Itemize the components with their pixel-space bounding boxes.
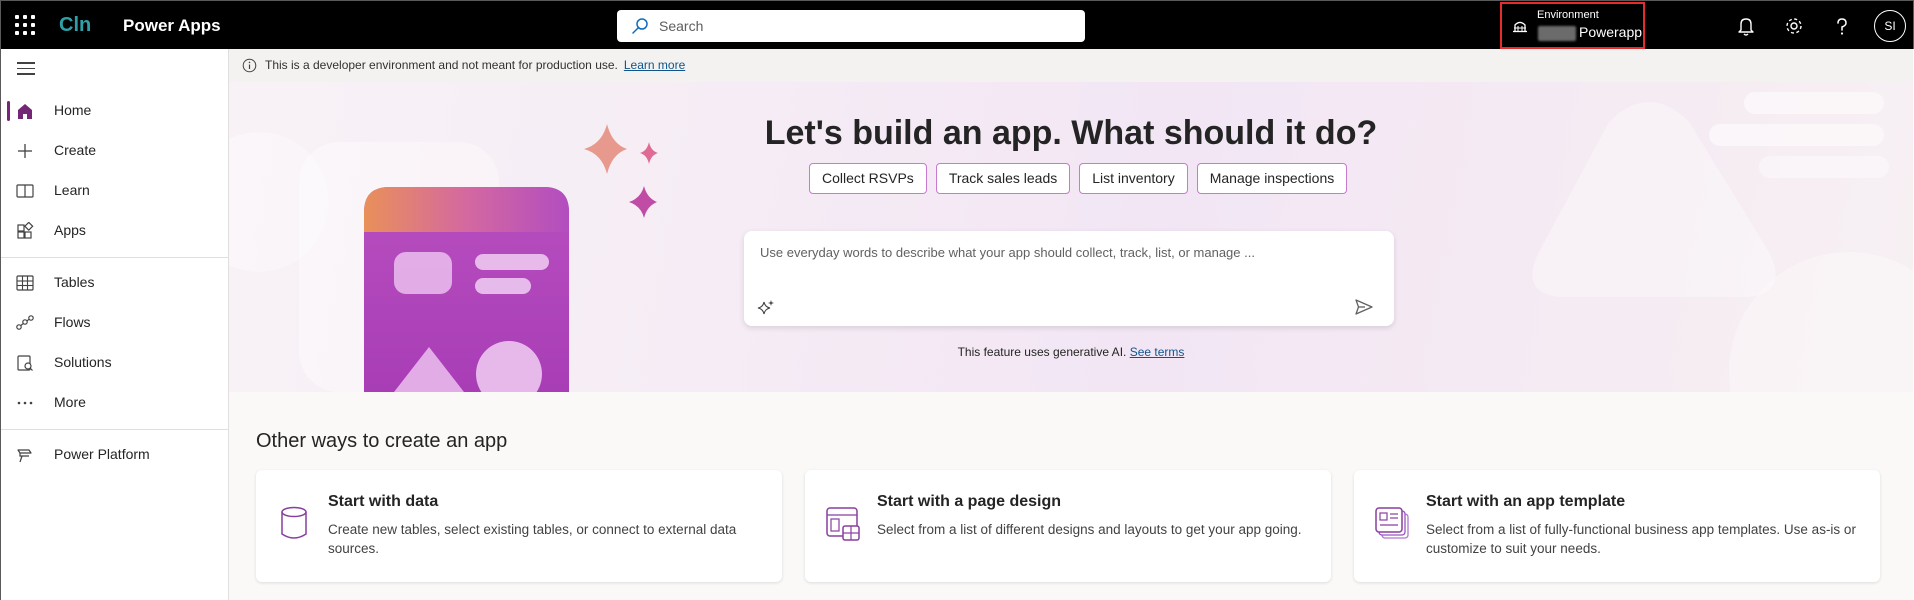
other-ways-section: Other ways to create an app Start with d…: [229, 392, 1913, 600]
environment-label: Environment: [1537, 9, 1599, 21]
database-icon: [281, 506, 307, 539]
gear-icon[interactable]: [1783, 15, 1805, 37]
card-description: Select from a list of different designs …: [877, 522, 1302, 537]
card-title: Start with a page design: [877, 493, 1062, 510]
ai-disclaimer: This feature uses generative AI. See ter…: [229, 345, 1913, 359]
environment-value: Powerapp: [1579, 24, 1643, 40]
top-bar: Cln Power Apps Search Environment Powera…: [0, 0, 1914, 49]
nav-label-solutions: Solutions: [54, 354, 112, 370]
chip-collect-rsvps[interactable]: Collect RSVPs: [809, 163, 927, 194]
table-icon: [16, 275, 34, 291]
nav-label-more: More: [54, 394, 86, 410]
nav-item-tables[interactable]: Tables: [1, 263, 229, 303]
apps-icon: [17, 222, 34, 239]
nav-label-learn: Learn: [54, 182, 90, 198]
suggestion-chips: Collect RSVPs Track sales leads List inv…: [809, 163, 1348, 194]
nav-label-power-platform: Power Platform: [54, 446, 150, 462]
book-icon: [16, 184, 34, 198]
chip-track-sales-leads[interactable]: Track sales leads: [935, 163, 1071, 194]
hamburger-menu-icon[interactable]: [17, 62, 35, 76]
nav-item-learn[interactable]: Learn: [1, 171, 229, 211]
prompt-placeholder: Use everyday words to describe what your…: [760, 245, 1255, 260]
left-nav: Home Create Learn Apps Tables Flows Solu…: [0, 49, 229, 600]
see-terms-link[interactable]: See terms: [1130, 345, 1185, 359]
learn-more-link[interactable]: Learn more: [624, 58, 685, 72]
send-icon[interactable]: [1354, 297, 1374, 317]
solutions-icon: [17, 355, 33, 371]
chip-list-inventory[interactable]: List inventory: [1079, 163, 1188, 194]
nav-divider: [1, 257, 229, 258]
nav-item-home[interactable]: Home: [1, 91, 229, 131]
nav-label-apps: Apps: [54, 222, 86, 238]
app-launcher-icon[interactable]: [15, 15, 35, 35]
nav-label-create: Create: [54, 142, 97, 158]
power-platform-icon: [17, 449, 32, 463]
template-icon: [1375, 507, 1409, 539]
nav-label-flows: Flows: [54, 314, 91, 330]
developer-environment-notice: This is a developer environment and not …: [229, 49, 1913, 82]
avatar[interactable]: SI: [1874, 10, 1906, 42]
flow-icon: [16, 315, 34, 330]
help-icon[interactable]: [1831, 15, 1853, 37]
nav-item-more[interactable]: More: [1, 383, 229, 423]
nav-item-solutions[interactable]: Solutions: [1, 343, 229, 383]
nav-item-apps[interactable]: Apps: [1, 211, 229, 251]
notice-text: This is a developer environment and not …: [265, 58, 618, 72]
ai-note-text: This feature uses generative AI.: [957, 345, 1127, 359]
org-logo[interactable]: Cln: [59, 14, 91, 37]
nav-divider: [1, 429, 229, 430]
search-icon: [632, 18, 648, 34]
section-title: Other ways to create an app: [256, 430, 508, 452]
app-description-input[interactable]: Use everyday words to describe what your…: [744, 231, 1394, 326]
environment-redacted: [1538, 26, 1576, 41]
search-placeholder: Search: [659, 18, 704, 34]
nav-item-flows[interactable]: Flows: [1, 303, 229, 343]
card-start-with-data[interactable]: Start with data Create new tables, selec…: [256, 470, 782, 582]
app-name[interactable]: Power Apps: [123, 16, 221, 36]
sparkle-icon[interactable]: [757, 299, 775, 317]
plus-icon: [18, 144, 32, 158]
nav-item-power-platform[interactable]: Power Platform: [1, 435, 229, 475]
environment-picker[interactable]: Environment Powerapp: [1500, 2, 1645, 49]
more-icon: [17, 401, 33, 405]
nav-label-tables: Tables: [54, 274, 95, 290]
nav-item-create[interactable]: Create: [1, 131, 229, 171]
nav-label-home: Home: [54, 102, 92, 118]
active-indicator: [7, 101, 10, 121]
card-description: Create new tables, select existing table…: [328, 522, 737, 556]
bell-icon[interactable]: [1735, 15, 1757, 37]
card-start-with-app-template[interactable]: Start with an app template Select from a…: [1354, 470, 1880, 582]
search-box[interactable]: Search: [617, 10, 1085, 42]
environment-icon: [1513, 21, 1527, 33]
info-icon: [242, 58, 257, 73]
hero-section: Let's build an app. What should it do? C…: [229, 82, 1913, 392]
home-icon: [18, 104, 32, 119]
card-title: Start with data: [328, 493, 439, 510]
card-title: Start with an app template: [1426, 493, 1626, 510]
card-start-with-page-design[interactable]: Start with a page design Select from a l…: [805, 470, 1331, 582]
page-design-icon: [826, 507, 860, 541]
chip-manage-inspections[interactable]: Manage inspections: [1196, 163, 1348, 194]
hero-title: Let's build an app. What should it do?: [764, 114, 1378, 152]
card-description: Select from a list of fully-functional b…: [1426, 522, 1856, 556]
